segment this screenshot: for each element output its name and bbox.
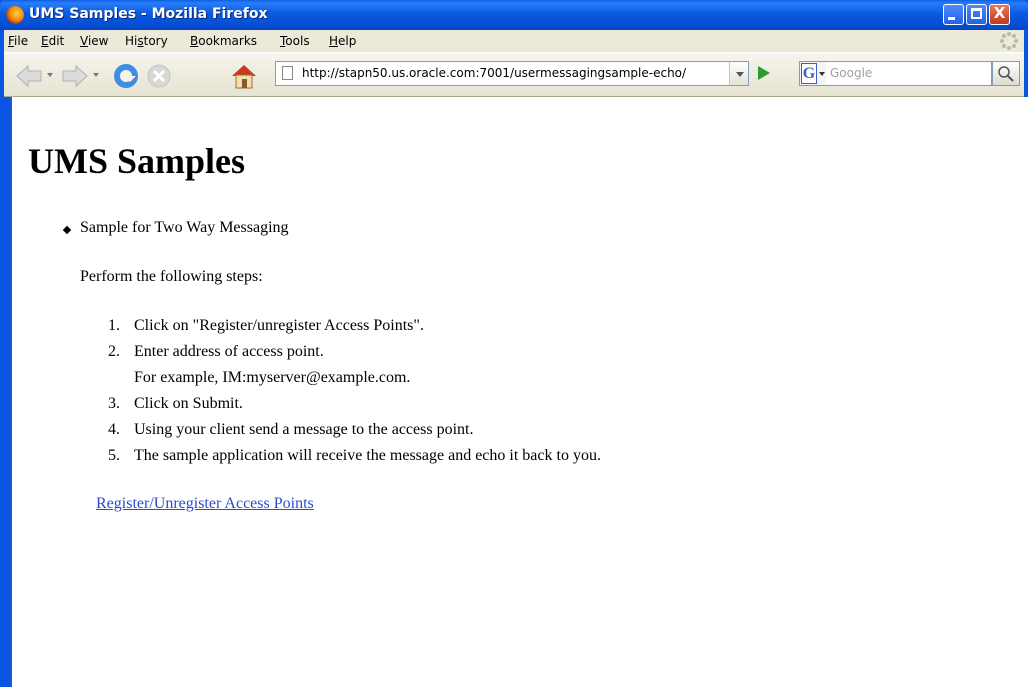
list-item: Sample for Two Way Messaging	[80, 219, 289, 236]
search-placeholder: Google	[830, 66, 873, 80]
search-button[interactable]	[992, 61, 1020, 86]
stop-icon[interactable]	[144, 61, 174, 91]
close-button[interactable]: X	[989, 4, 1010, 25]
throbber-icon	[1000, 32, 1018, 50]
page-title: UMS Samples	[28, 141, 246, 181]
home-icon[interactable]	[229, 61, 259, 91]
step-text: Click on Submit.	[134, 395, 243, 412]
bullet-icon	[62, 225, 72, 235]
search-input[interactable]: Google	[826, 61, 992, 86]
back-history-dropdown-icon[interactable]	[47, 73, 53, 77]
google-logo-icon: G	[801, 63, 817, 84]
maximize-button[interactable]	[966, 4, 987, 25]
step-text: The sample application will receive the …	[134, 447, 601, 464]
step-subtext: For example, IM:myserver@example.com.	[134, 369, 411, 386]
minimize-icon	[948, 17, 955, 20]
page-icon	[282, 66, 293, 80]
chevron-down-icon	[819, 72, 825, 76]
step-number: 3.	[108, 395, 120, 412]
step-number: 4.	[108, 421, 120, 438]
menu-bar: File Edit View History Bookmarks Tools H…	[4, 30, 1024, 52]
menu-edit[interactable]: Edit	[41, 34, 64, 48]
url-text: http://stapn50.us.oracle.com:7001/userme…	[302, 66, 687, 80]
forward-history-dropdown-icon[interactable]	[93, 73, 99, 77]
menu-history[interactable]: History	[125, 34, 168, 48]
magnifier-icon	[998, 66, 1014, 82]
menu-tools[interactable]: Tools	[280, 34, 310, 48]
forward-arrow-icon[interactable]	[60, 61, 90, 91]
step-text: Click on "Register/unregister Access Poi…	[134, 317, 424, 334]
register-access-points-link[interactable]: Register/Unregister Access Points	[96, 495, 314, 513]
back-arrow-icon[interactable]	[14, 61, 44, 91]
address-bar[interactable]: http://stapn50.us.oracle.com:7001/userme…	[275, 61, 749, 86]
minimize-button[interactable]	[943, 4, 964, 25]
menu-help[interactable]: Help	[329, 34, 356, 48]
window-title: UMS Samples - Mozilla Firefox	[29, 6, 268, 22]
step-text: Enter address of access point.	[134, 343, 324, 360]
step-number: 5.	[108, 447, 120, 464]
page-content: UMS Samples Sample for Two Way Messaging…	[10, 97, 1028, 687]
maximize-icon	[971, 8, 982, 19]
firefox-logo-icon	[6, 6, 24, 24]
reload-icon[interactable]	[111, 61, 141, 91]
menu-bookmarks[interactable]: Bookmarks	[190, 34, 257, 48]
step-text: Using your client send a message to the …	[134, 421, 474, 438]
url-history-dropdown[interactable]	[729, 61, 749, 86]
step-number: 1.	[108, 317, 120, 334]
firefox-window: UMS Samples - Mozilla Firefox X File Edi…	[0, 0, 1028, 687]
menu-view[interactable]: View	[80, 34, 108, 48]
close-icon: X	[993, 4, 1006, 22]
go-arrow-icon[interactable]	[758, 66, 770, 80]
steps-intro: Perform the following steps:	[80, 268, 263, 285]
title-bar[interactable]: UMS Samples - Mozilla Firefox X	[0, 0, 1028, 30]
step-number: 2.	[108, 343, 120, 360]
search-engine-selector[interactable]: G	[799, 61, 827, 86]
chevron-down-icon	[736, 72, 744, 77]
navigation-toolbar: http://stapn50.us.oracle.com:7001/userme…	[4, 52, 1024, 97]
menu-file[interactable]: File	[8, 34, 28, 48]
